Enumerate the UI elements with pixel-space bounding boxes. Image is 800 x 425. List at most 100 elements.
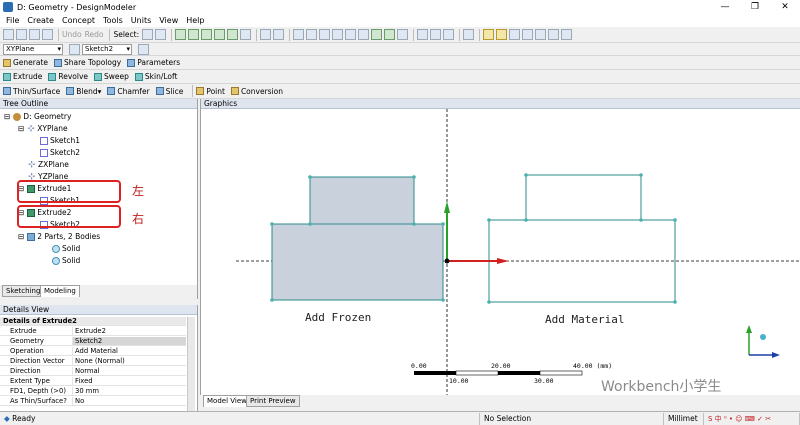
tree-item-solid-1[interactable]: Solid [52, 244, 80, 253]
revolve-button[interactable]: Revolve [48, 72, 88, 81]
sketch-icon [40, 136, 48, 145]
tab-print-preview[interactable]: Print Preview [246, 395, 300, 407]
status-units[interactable]: Millimet [664, 412, 704, 425]
edge-color-icon[interactable] [496, 29, 508, 40]
point-button[interactable]: Point [196, 87, 225, 96]
display-edges-icon[interactable] [430, 29, 442, 40]
tree-item-solid-2[interactable]: Solid [52, 256, 80, 265]
minimize-button[interactable]: — [710, 2, 740, 12]
generate-button[interactable]: Generate [3, 58, 48, 67]
zoom-fit-icon[interactable] [345, 29, 357, 40]
menu-tools[interactable]: Tools [103, 16, 123, 25]
tree-outline-title: Tree Outline [0, 99, 197, 109]
tab-modeling[interactable]: Modeling [40, 285, 80, 297]
body-color-icon[interactable] [483, 29, 495, 40]
selection-options-icon[interactable] [273, 29, 285, 40]
redo-button[interactable]: Redo [85, 30, 104, 39]
ime-tray[interactable]: S 中 ⁰ • ☺ ⌨ ✓ ✂ [704, 412, 800, 425]
tree-item-sketch1[interactable]: Sketch1 [40, 136, 80, 145]
triad-icon[interactable] [548, 29, 560, 40]
ruler-icon[interactable] [535, 29, 547, 40]
tree-item-parts[interactable]: ⊟ 2 Parts, 2 Bodies [18, 232, 100, 241]
screenshot-icon[interactable] [42, 29, 53, 40]
zoom-icon[interactable] [319, 29, 331, 40]
export-icon[interactable] [29, 29, 40, 40]
face-filter-icon[interactable] [201, 29, 213, 40]
sketch-select[interactable]: Sketch2 [82, 43, 132, 55]
select-filter-icon[interactable] [155, 29, 167, 40]
box-select-icon[interactable] [260, 29, 272, 40]
tree-root[interactable]: ⊟ D: Geometry [4, 112, 71, 121]
parameters-button[interactable]: Parameters [127, 58, 180, 67]
details-row-direction[interactable]: Direction Normal [0, 367, 186, 376]
sketch-constraint-icon[interactable] [509, 29, 521, 40]
tree-tabs: Sketching Modeling [0, 285, 198, 299]
blend-button[interactable]: Blend ▾ [66, 87, 101, 96]
skin-loft-button[interactable]: Skin/Loft [134, 72, 177, 81]
zoom-box-icon[interactable] [332, 29, 344, 40]
slice-button[interactable]: Slice [155, 87, 183, 96]
select-mode-icon[interactable] [142, 29, 154, 40]
next-view-icon[interactable] [384, 29, 396, 40]
model-canvas[interactable]: Add Frozen Add Material 0.00 20.00 40.00… [201, 109, 800, 395]
menu-create[interactable]: Create [27, 16, 54, 25]
details-row-geometry[interactable]: Geometry Sketch2 [0, 337, 186, 346]
isometric-view-icon[interactable] [397, 29, 409, 40]
frozen-upper-block[interactable] [309, 176, 415, 225]
plane-select[interactable]: XYPlane [3, 43, 63, 55]
add-frozen-label: Add Frozen [305, 311, 371, 324]
close-button[interactable]: ✕ [770, 2, 800, 12]
details-scrollbar[interactable] [187, 317, 195, 413]
pan-icon[interactable] [306, 29, 318, 40]
graphics-viewport[interactable]: Graphics Add Frozen Add Material 0.00 20… [200, 99, 800, 395]
tree-item-xyplane[interactable]: ⊟ ⊹ XYPlane [18, 124, 68, 133]
menu-file[interactable]: File [6, 16, 19, 25]
display-points-icon[interactable] [443, 29, 455, 40]
point-filter-icon[interactable] [175, 29, 187, 40]
new-plane-icon[interactable] [69, 43, 80, 55]
share-topology-button[interactable]: Share Topology [54, 58, 121, 67]
edge-filter-icon[interactable] [188, 29, 200, 40]
menu-units[interactable]: Units [131, 16, 151, 25]
thin-surface-button[interactable]: Thin/Surface [3, 87, 60, 96]
rotate-icon[interactable] [293, 29, 305, 40]
new-icon[interactable] [3, 29, 14, 40]
conversion-button[interactable]: Conversion [230, 87, 283, 96]
sweep-button[interactable]: Sweep [94, 72, 129, 81]
selection-dropdown-icon[interactable] [240, 29, 252, 40]
details-row-extent-type[interactable]: Extent Type Fixed [0, 377, 186, 386]
triad-x-head [772, 352, 780, 358]
sweep-icon [94, 72, 102, 81]
details-row-direction-vector[interactable]: Direction Vector None (Normal) [0, 357, 186, 366]
details-row-operation[interactable]: Operation Add Material [0, 347, 186, 356]
main-toolbar: Undo Redo Select: [0, 27, 800, 43]
restore-button[interactable]: ❐ [740, 2, 770, 12]
material-upper-outline[interactable] [525, 174, 642, 221]
graphics-options-icon[interactable] [463, 29, 475, 40]
dimension-icon[interactable] [522, 29, 534, 40]
details-row-extrude[interactable]: Extrude Extrude2 [0, 327, 186, 336]
save-icon[interactable] [16, 29, 27, 40]
display-model-icon[interactable] [417, 29, 429, 40]
frozen-lower-block[interactable] [271, 223, 444, 301]
previous-view-icon[interactable] [371, 29, 383, 40]
tree-item-zxplane[interactable]: ⊹ ZXPlane [28, 160, 69, 169]
shading-icon[interactable] [561, 29, 573, 40]
extend-selection-icon[interactable] [227, 29, 239, 40]
details-row-depth[interactable]: FD1, Depth (>0) 30 mm [0, 387, 186, 396]
magnifier-icon[interactable] [358, 29, 370, 40]
menu-concept[interactable]: Concept [62, 16, 95, 25]
menu-help[interactable]: Help [186, 16, 204, 25]
scale-segment [539, 370, 583, 376]
chamfer-button[interactable]: Chamfer [107, 87, 150, 96]
new-sketch-icon[interactable] [138, 43, 149, 55]
menu-view[interactable]: View [159, 16, 178, 25]
body-filter-icon[interactable] [214, 29, 226, 40]
vertex-point [639, 173, 643, 177]
details-row-thin-surface[interactable]: As Thin/Surface? No [0, 397, 186, 406]
tree-item-sketch2[interactable]: Sketch2 [40, 148, 80, 157]
tab-sketching[interactable]: Sketching [2, 285, 45, 297]
extrude-button[interactable]: Extrude [3, 72, 42, 81]
tab-model-view[interactable]: Model View [203, 395, 251, 407]
undo-button[interactable]: Undo [62, 30, 82, 39]
